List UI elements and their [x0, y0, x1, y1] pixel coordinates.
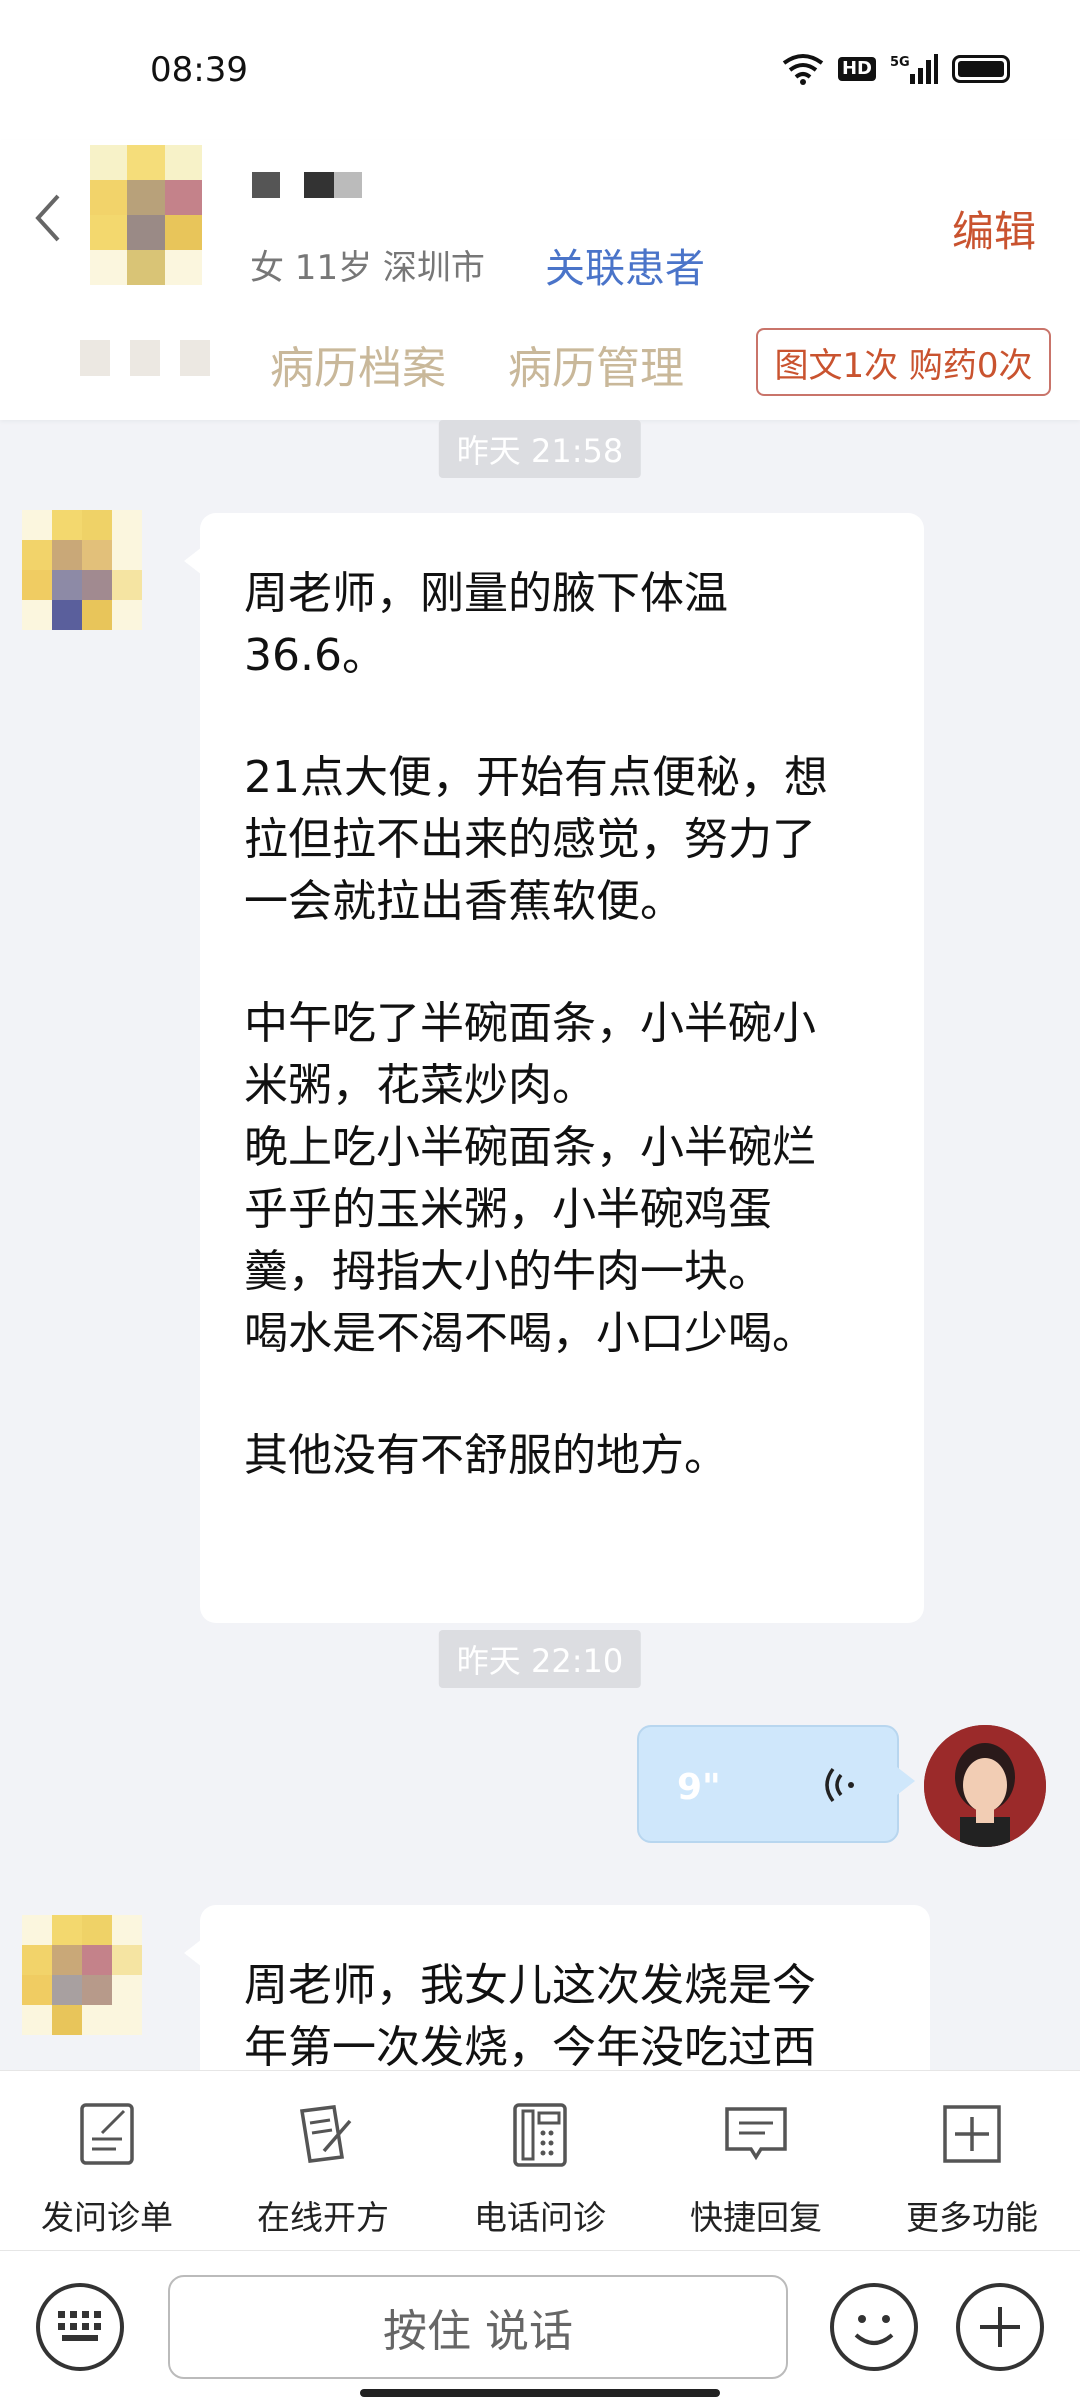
- status-time: 08:39: [150, 50, 248, 90]
- patient-message[interactable]: 周老师，刚量的腋下体温 36.6。 21点大便，开始有点便秘，想 拉但拉不出来的…: [184, 513, 924, 1623]
- hd-icon: HD: [837, 57, 876, 81]
- input-bar: 按住 说话: [0, 2250, 1080, 2400]
- record-tabs: 病历档案 病历管理 图文1次 购药0次: [0, 320, 1080, 410]
- tab-redacted: [80, 340, 230, 380]
- plus-button[interactable]: [956, 2283, 1044, 2371]
- phone-icon: [513, 2103, 567, 2167]
- timestamp: 昨天 22:10: [438, 1630, 642, 1688]
- voice-message[interactable]: 9": [637, 1725, 915, 1843]
- network-label: 5G: [890, 55, 910, 70]
- battery-icon: [952, 55, 1010, 83]
- keyboard-toggle-button[interactable]: [36, 2283, 124, 2371]
- patient-chat-avatar[interactable]: [22, 1915, 142, 2035]
- voice-wave-icon: [825, 1767, 854, 1803]
- toolbar-online-prescription[interactable]: 在线开方: [233, 2099, 413, 2239]
- timestamp: 昨天 21:58: [438, 420, 642, 478]
- quick-reply-icon: [725, 2107, 787, 2161]
- status-icons: HD 5G: [782, 52, 1010, 86]
- link-patient-button[interactable]: 关联患者: [545, 236, 705, 294]
- signal-icon: 5G: [890, 54, 938, 84]
- message-paragraph: 中午吃了半碗面条，小半碗小 米粥，花菜炒肉。 晚上吃小半碗面条，小半碗烂 乎乎的…: [244, 998, 816, 1359]
- tab-medical-records[interactable]: 病历档案: [270, 332, 446, 396]
- tab-record-management[interactable]: 病历管理: [508, 332, 684, 396]
- patient-message[interactable]: 周老师，我女儿这次发烧是今 年第一次发烧，今年没吃过西: [184, 1905, 930, 2070]
- toolbar-more-functions[interactable]: 更多功能: [882, 2099, 1062, 2239]
- patient-name-redacted: [252, 172, 362, 198]
- smiley-icon: [854, 2315, 894, 2345]
- patient-info: 女 11岁 深圳市: [250, 248, 485, 288]
- patient-avatar[interactable]: [90, 145, 202, 285]
- toolbar-label: 发问诊单: [41, 2198, 173, 2237]
- keyboard-icon: [58, 2311, 101, 2341]
- toolbar-send-form[interactable]: 发问诊单: [17, 2099, 197, 2239]
- toolbar-phone-consult[interactable]: 电话问诊: [450, 2099, 630, 2239]
- wifi-icon: [782, 54, 824, 85]
- toolbar-quick-reply[interactable]: 快捷回复: [666, 2099, 846, 2239]
- toolbar-label: 在线开方: [257, 2198, 389, 2237]
- message-paragraph: 21点大便，开始有点便秘，想 拉但拉不出来的感觉，努力了 一会就拉出香蕉软便。: [244, 752, 828, 927]
- function-toolbar: 发问诊单 在线开方 电话问诊 快捷回复 更多功能: [0, 2070, 1080, 2250]
- hold-to-talk-button[interactable]: 按住 说话: [168, 2275, 788, 2379]
- form-icon: [80, 2103, 134, 2165]
- toolbar-label: 更多功能: [906, 2198, 1038, 2237]
- doctor-avatar[interactable]: [924, 1725, 1046, 1847]
- chat-area[interactable]: 昨天 21:58 周老师，刚量的腋下体温 36.6。 21点大便，开始有点便秘，…: [0, 420, 1080, 2070]
- status-bar: 08:39 HD 5G: [0, 0, 1080, 140]
- plus-icon: [980, 2307, 1020, 2347]
- message-paragraph: 周老师，刚量的腋下体温 36.6。: [244, 568, 728, 681]
- patient-chat-avatar[interactable]: [22, 510, 142, 630]
- back-arrow-icon[interactable]: [30, 190, 66, 246]
- voice-duration: 9": [677, 1767, 721, 1808]
- emoji-button[interactable]: [830, 2283, 918, 2371]
- home-indicator[interactable]: [360, 2389, 720, 2397]
- message-paragraph: 周老师，我女儿这次发烧是今 年第一次发烧，今年没吃过西: [244, 1960, 816, 2070]
- toolbar-label: 电话问诊: [474, 2198, 606, 2237]
- prescription-icon: [299, 2105, 352, 2163]
- message-paragraph: 其他没有不舒服的地方。: [244, 1430, 728, 1481]
- plus-square-icon: [943, 2105, 1001, 2163]
- quota-badge[interactable]: 图文1次 购药0次: [756, 328, 1051, 396]
- edit-button[interactable]: 编辑: [952, 198, 1036, 259]
- toolbar-label: 快捷回复: [690, 2198, 822, 2237]
- doctor-photo-icon: [924, 1725, 1046, 1847]
